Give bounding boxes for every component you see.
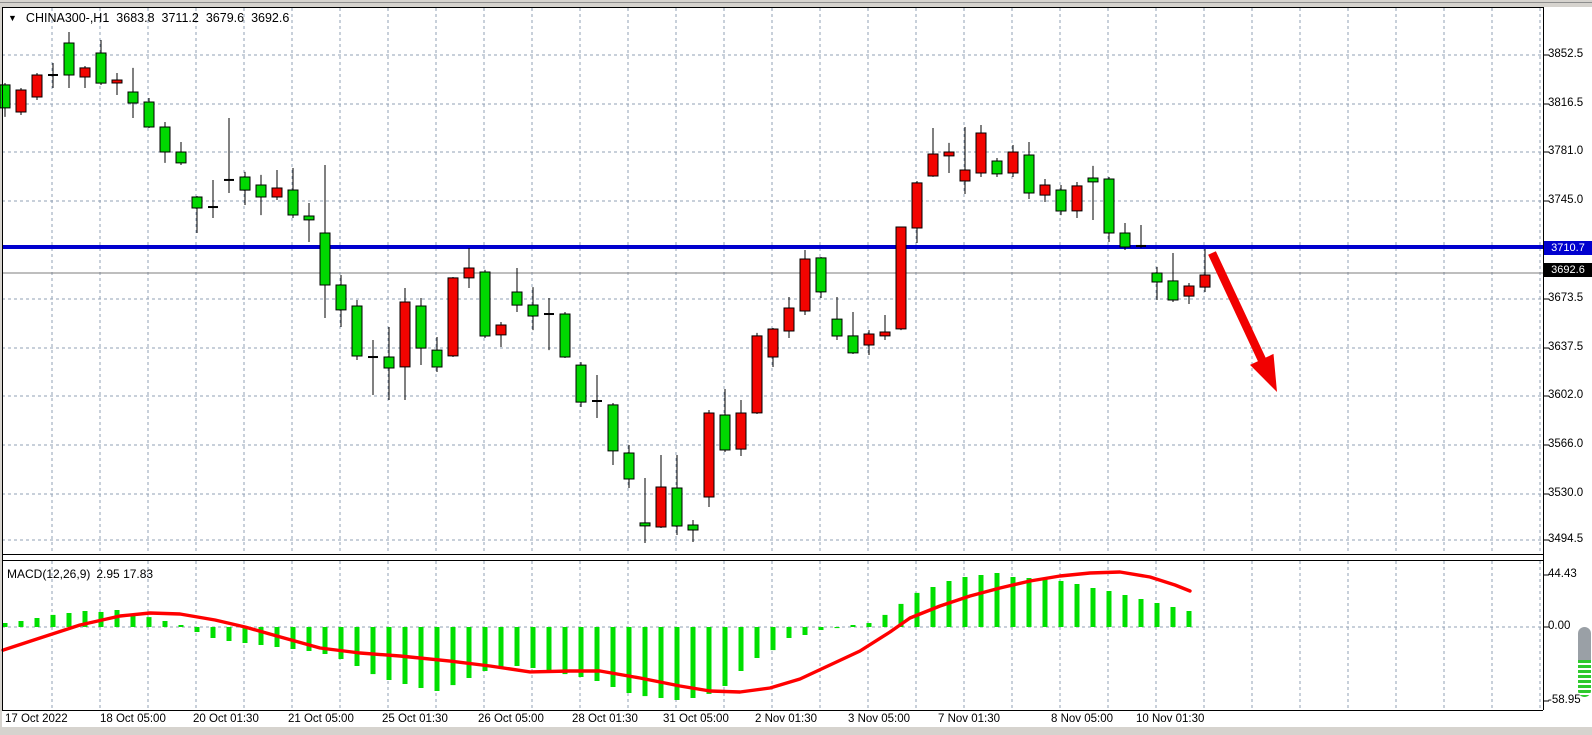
time-tick-label: 17 Oct 2022 [5, 713, 68, 725]
price-tick-label: 3673.5 [1548, 292, 1583, 304]
time-tick-label: 7 Nov 01:30 [938, 713, 1000, 725]
time-tick-label: 28 Oct 01:30 [572, 713, 638, 725]
hline-price-badge: 3710.7 [1544, 241, 1592, 255]
time-tick-label: 8 Nov 05:00 [1051, 713, 1113, 725]
time-tick-label: 31 Oct 05:00 [663, 713, 729, 725]
mt4-chart-window: ▼ CHINA300-,H1 3683.8 3711.2 3679.6 3692… [0, 0, 1592, 735]
price-tick-label: 3781.0 [1548, 145, 1583, 157]
scrollbar-thumb-stripes [1578, 660, 1591, 697]
chart-header: ▼ CHINA300-,H1 3683.8 3711.2 3679.6 3692… [8, 11, 289, 25]
price-tick-label: 3602.0 [1548, 389, 1583, 401]
time-tick-label: 25 Oct 01:30 [382, 713, 448, 725]
time-tick-label: 10 Nov 01:30 [1136, 713, 1204, 725]
ohlc-low: 3679.6 [206, 11, 244, 25]
price-tick-label: 3494.5 [1548, 533, 1583, 545]
price-tick-label: 3530.0 [1548, 487, 1583, 499]
indicator-label: MACD(12,26,9) 2.95 17.83 [7, 567, 153, 581]
price-tick-label: 3566.0 [1548, 438, 1583, 450]
price-tick-label: 3852.5 [1548, 48, 1583, 60]
ohlc-open: 3683.8 [116, 11, 154, 25]
scrollbar-thumb[interactable] [1578, 627, 1591, 697]
time-tick-label: 26 Oct 05:00 [478, 713, 544, 725]
chart-canvas[interactable] [0, 0, 1592, 735]
time-tick-label: 2 Nov 01:30 [755, 713, 817, 725]
window-top-edge [0, 0, 1592, 7]
time-tick-label: 21 Oct 05:00 [288, 713, 354, 725]
time-tick-label: 20 Oct 01:30 [193, 713, 259, 725]
ohlc-close: 3692.6 [251, 11, 289, 25]
symbol-period-label: CHINA300-,H1 [26, 11, 109, 25]
indicator-name: MACD(12,26,9) [7, 567, 90, 581]
macd-tick-label: 0.00 [1548, 620, 1570, 632]
current-price-badge: 3692.6 [1544, 263, 1592, 277]
macd-tick-label: -58.95 [1548, 694, 1581, 706]
price-tick-label: 3816.5 [1548, 97, 1583, 109]
indicator-values: 2.95 17.83 [96, 567, 153, 581]
symbol-dropdown-icon[interactable]: ▼ [8, 12, 17, 24]
price-tick-label: 3745.0 [1548, 194, 1583, 206]
ohlc-high: 3711.2 [162, 11, 199, 25]
time-tick-label: 18 Oct 05:00 [100, 713, 166, 725]
macd-tick-label: 44.43 [1548, 568, 1577, 580]
price-tick-label: 3637.5 [1548, 341, 1583, 353]
time-tick-label: 3 Nov 05:00 [848, 713, 910, 725]
scrollbar-thumb-top [1578, 627, 1591, 660]
